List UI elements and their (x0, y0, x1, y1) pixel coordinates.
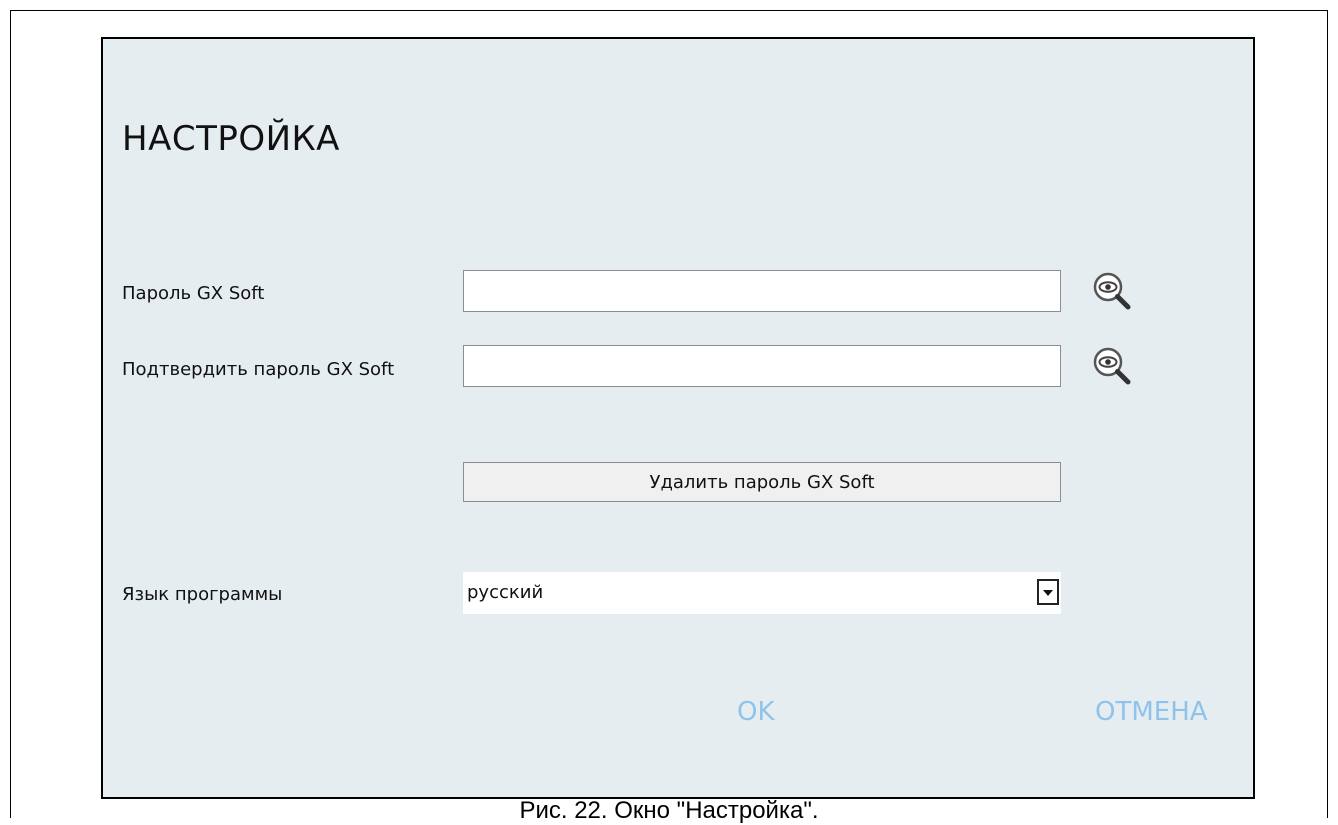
dropdown-arrow-icon[interactable] (1037, 579, 1059, 605)
password-input[interactable] (463, 270, 1061, 312)
language-select[interactable]: русский (463, 572, 1061, 614)
delete-password-button[interactable]: Удалить пароль GX Soft (463, 462, 1061, 502)
confirm-password-input[interactable] (463, 345, 1061, 387)
show-password-button[interactable] (1088, 269, 1136, 313)
confirm-password-label: Подтвердить пароль GX Soft (122, 359, 395, 380)
eye-magnifier-icon (1093, 272, 1131, 310)
settings-dialog: НАСТРОЙКА Пароль GX Soft Подтвердить пар… (101, 37, 1255, 799)
show-confirm-password-button[interactable] (1088, 344, 1136, 388)
language-selected-value: русский (467, 582, 544, 603)
language-label: Язык программы (122, 584, 283, 605)
dialog-title: НАСТРОЙКА (122, 119, 340, 159)
ok-button[interactable]: OK (737, 697, 775, 727)
cancel-button[interactable]: ОТМЕНА (1095, 697, 1208, 727)
eye-magnifier-icon (1093, 347, 1131, 385)
figure-caption: Рис. 22. Окно "Настройка". (519, 797, 819, 824)
password-label: Пароль GX Soft (122, 283, 265, 304)
